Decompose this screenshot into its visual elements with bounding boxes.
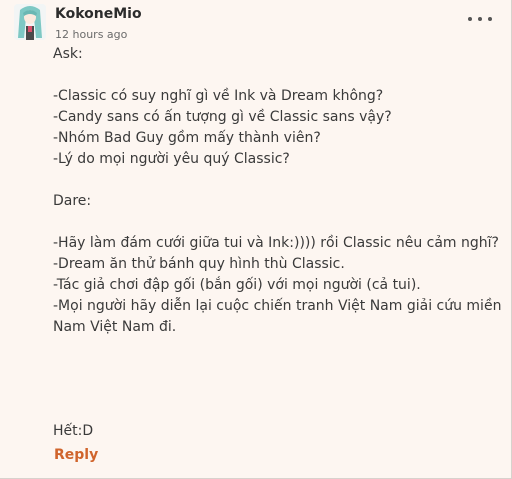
reply-button[interactable]: Reply xyxy=(54,447,98,463)
more-options-button[interactable] xyxy=(468,12,492,26)
comment-line: Ask: xyxy=(53,46,83,62)
more-horizontal-icon-dot xyxy=(478,17,482,21)
username[interactable]: KokoneMio xyxy=(55,6,142,22)
comment-line: Dare: xyxy=(53,193,92,209)
comment-body: Ask: -Classic có suy nghĩ gì về Ink và D… xyxy=(53,44,503,338)
comment-line: -Mọi người hãy diễn lại cuộc chiến tranh… xyxy=(53,298,502,314)
comment-line: Nam Việt Nam đi. xyxy=(53,319,177,335)
avatar-image-icon xyxy=(14,4,46,40)
comment-line xyxy=(53,212,503,233)
comment-line: -Tác giả chơi đập gối (bắn gối) với mọi … xyxy=(53,277,421,293)
comment-line: -Dream ăn thử bánh quy hình thù Classic. xyxy=(53,256,345,272)
comment-line xyxy=(53,170,503,191)
comment-line: -Candy sans có ấn tượng gì về Classic sa… xyxy=(53,109,392,125)
comment-ending: Hết:D xyxy=(53,423,94,439)
comment-line: -Lý do mọi người yêu quý Classic? xyxy=(53,151,290,167)
timestamp: 12 hours ago xyxy=(55,28,128,41)
comment-line xyxy=(53,65,503,86)
comment-line: -Classic có suy nghĩ gì về Ink và Dream … xyxy=(53,88,384,104)
comment-line: -Hãy làm đám cưới giữa tui và Ink:)))) r… xyxy=(53,235,499,251)
comment-card: KokoneMio 12 hours ago Ask: -Classic có … xyxy=(0,0,512,479)
more-horizontal-icon xyxy=(468,17,472,21)
comment-line: -Nhóm Bad Guy gồm mấy thành viên? xyxy=(53,130,321,146)
more-horizontal-icon-dot xyxy=(488,17,492,21)
avatar[interactable] xyxy=(14,4,46,40)
